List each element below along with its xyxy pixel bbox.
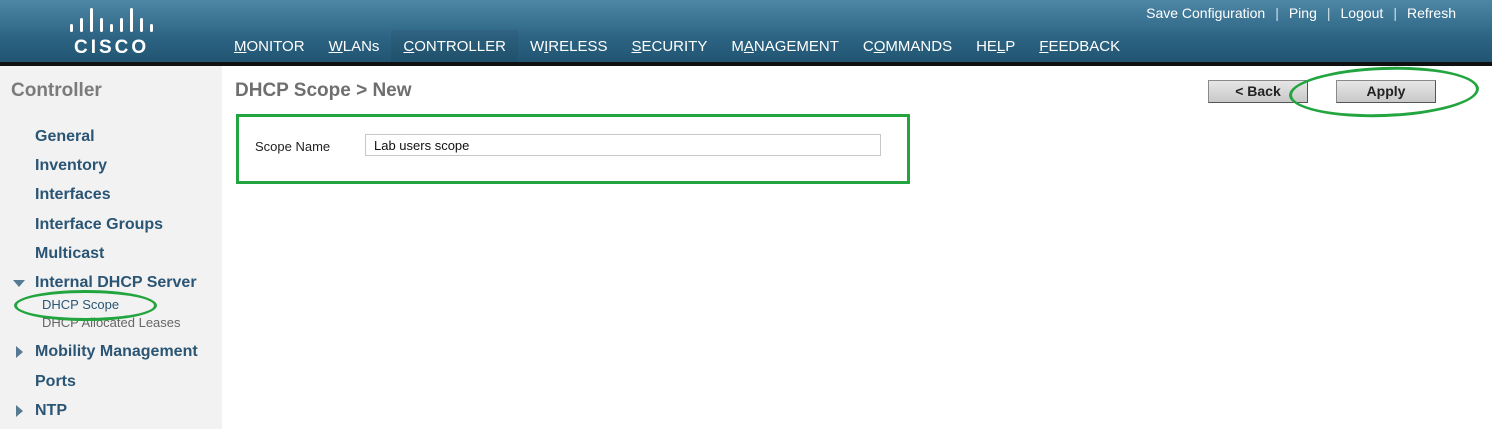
cisco-logo-text: CISCO	[74, 37, 150, 58]
cisco-logo: CISCO	[60, 6, 160, 58]
nav-security[interactable]: SECURITY	[620, 30, 720, 62]
logout-link[interactable]: Logout	[1341, 5, 1384, 21]
highlight-ellipse-apply	[1288, 63, 1480, 121]
sidebar-item-general[interactable]: General	[35, 128, 95, 146]
sidebar-item-ntp[interactable]: NTP	[35, 402, 67, 420]
page-title: DHCP Scope > New	[235, 80, 412, 101]
separator: |	[1326, 5, 1331, 21]
collapsed-arrow-icon[interactable]	[16, 405, 23, 417]
nav-help[interactable]: HELP	[964, 30, 1027, 62]
sidebar-item-mobility-management[interactable]: Mobility Management	[35, 343, 198, 361]
ping-link[interactable]: Ping	[1289, 5, 1317, 21]
sidebar-item-multicast[interactable]: Multicast	[35, 245, 104, 263]
sidebar-item-interface-groups[interactable]: Interface Groups	[35, 216, 163, 234]
nav-controller[interactable]: CONTROLLER	[391, 30, 518, 66]
nav-wireless[interactable]: WIRELESS	[518, 30, 620, 62]
sidebar: Controller General Inventory Interfaces …	[0, 66, 222, 429]
sidebar-item-internal-dhcp-server[interactable]: Internal DHCP Server	[35, 274, 197, 292]
highlight-ellipse-dhcp-scope	[14, 290, 157, 321]
nav-commands[interactable]: COMMANDS	[851, 30, 964, 62]
separator: |	[1393, 5, 1397, 21]
header-divider	[0, 62, 1492, 66]
nav-feedback[interactable]: FEEDBACK	[1027, 30, 1132, 62]
sidebar-title: Controller	[11, 80, 102, 101]
nav-monitor[interactable]: MONITOR	[222, 30, 317, 62]
save-configuration-link[interactable]: Save Configuration	[1146, 5, 1265, 21]
refresh-link[interactable]: Refresh	[1407, 5, 1456, 21]
nav-management[interactable]: MANAGEMENT	[719, 30, 851, 62]
sidebar-item-ports[interactable]: Ports	[35, 373, 76, 391]
separator: |	[1275, 5, 1279, 21]
collapsed-arrow-icon[interactable]	[16, 346, 23, 358]
highlight-box	[236, 114, 910, 184]
sidebar-item-inventory[interactable]: Inventory	[35, 157, 107, 175]
expanded-arrow-icon[interactable]	[13, 280, 25, 287]
nav-wlans[interactable]: WLANs	[317, 30, 392, 62]
cisco-bars-icon	[68, 8, 153, 32]
top-links: Save Configuration | Ping | Logout | Refresh	[1146, 5, 1456, 21]
sidebar-item-interfaces[interactable]: Interfaces	[35, 186, 111, 204]
top-header: CISCO Save Configuration | Ping | Logout | Ref…	[0, 0, 1492, 66]
main-nav: MONITOR WLANs CONTROLLER WIRELESS SECURI…	[222, 30, 1132, 66]
